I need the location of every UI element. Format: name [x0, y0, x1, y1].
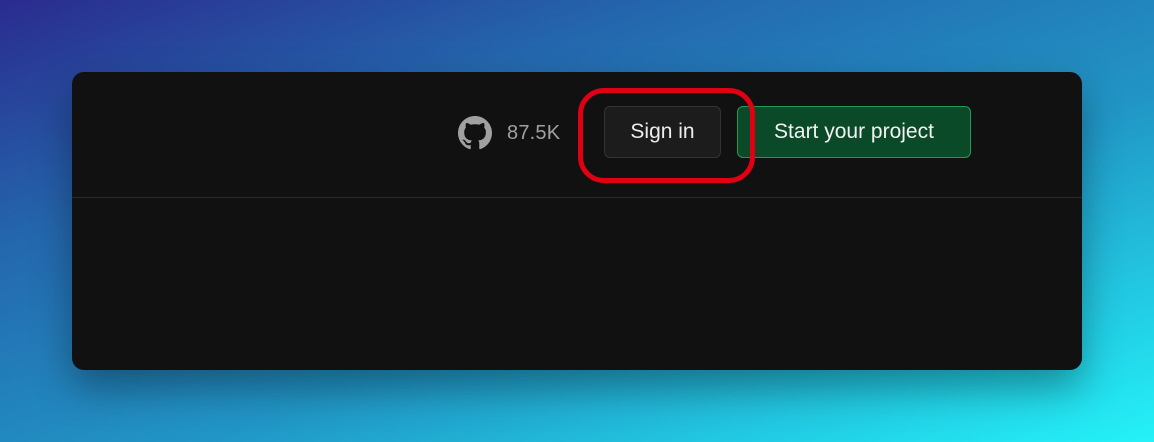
- top-navbar: 87.5K Sign in Start your project: [72, 72, 1082, 198]
- start-project-button[interactable]: Start your project: [737, 106, 971, 158]
- app-window: 87.5K Sign in Start your project: [72, 72, 1082, 370]
- github-star-count: 87.5K: [507, 121, 561, 144]
- github-stars-link[interactable]: 87.5K: [458, 116, 560, 150]
- signin-button[interactable]: Sign in: [604, 106, 721, 158]
- github-icon: [458, 116, 492, 150]
